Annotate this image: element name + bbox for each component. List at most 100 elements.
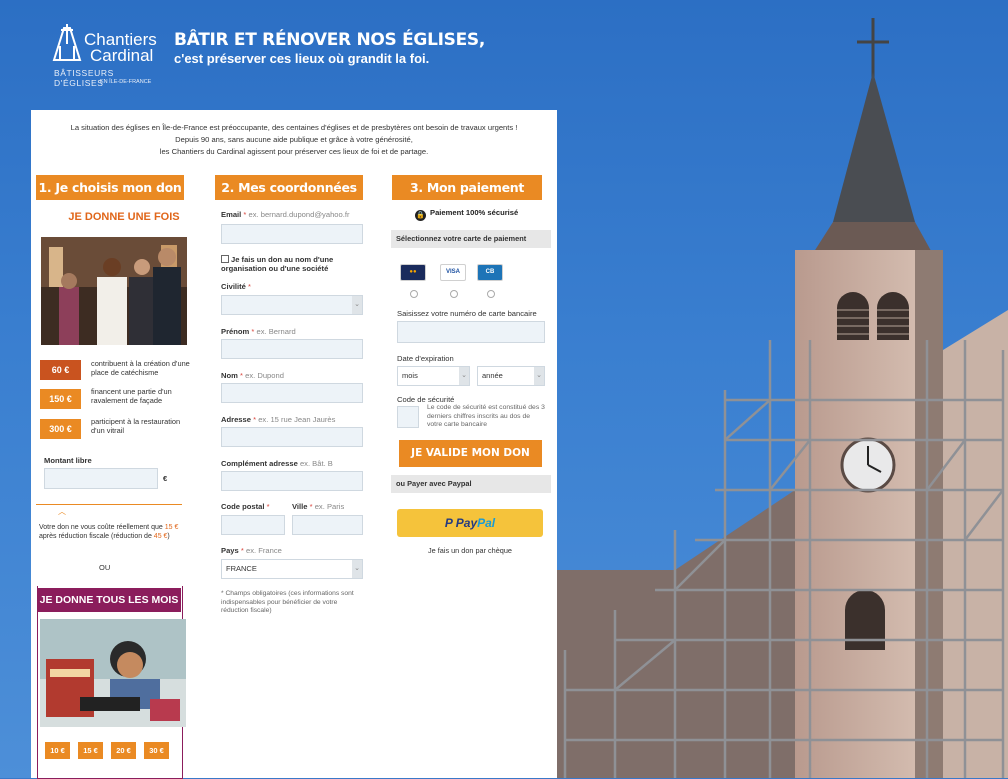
monthly-10-button[interactable]: 10 € (45, 742, 70, 759)
church-photo (555, 18, 1008, 778)
intro-line: Depuis 90 ans, sans aucune aide publique… (175, 135, 413, 144)
expiry-label: Date d'expiration (397, 354, 454, 363)
free-amount-input[interactable] (44, 468, 158, 489)
firstname-input[interactable] (221, 339, 363, 359)
country-label: Pays * ex. France (221, 546, 282, 555)
card-number-label: Saisissez votre numéro de carte bancaire (397, 309, 537, 318)
visa-radio[interactable] (450, 290, 458, 298)
amount-60-button[interactable]: 60 € (40, 360, 81, 380)
organisation-checkbox-label: Je fais un don au nom d'une organisation… (221, 255, 334, 273)
country-example: ex. France (245, 546, 282, 555)
cb-radio[interactable] (487, 290, 495, 298)
tax-reduction-amount: 45 € (153, 532, 168, 540)
civility-select[interactable]: ⌄ (221, 295, 363, 315)
chevron-down-icon: ⌄ (459, 367, 469, 385)
brand-logo[interactable]: Chantiers Cardinal BÂTISSEURS D'ÉGLISES … (44, 22, 164, 92)
city-input[interactable] (292, 515, 363, 535)
donation-form-panel: La situation des églises en Île-de-Franc… (31, 110, 557, 779)
email-input[interactable] (221, 224, 363, 244)
divider (36, 504, 182, 505)
cheque-link[interactable]: Je fais un don par chèque (397, 546, 543, 555)
secure-payment-label: 🔒 Paiement 100% sécurisé (415, 208, 519, 221)
logo-subtitle: BÂTISSEURS D'ÉGLISES (54, 68, 114, 88)
amount-150-button[interactable]: 150 € (40, 389, 81, 409)
country-select[interactable]: FRANCE ⌄ (221, 559, 363, 579)
currency-symbol: € (163, 474, 168, 483)
or-separator: OU (99, 563, 111, 572)
lastname-example: ex. Dupond (245, 371, 284, 380)
cvv-label: Code de sécurité (397, 395, 455, 404)
amount-60-description: contribuent à la création d'une place de… (91, 359, 190, 377)
expiry-month-select[interactable]: mois ⌄ (397, 366, 470, 386)
tax-text: après réduction fiscale (réduction de (39, 532, 152, 540)
intro-line: La situation des églises en Île-de-Franc… (70, 123, 518, 132)
paypal-p-icon: P (444, 516, 453, 530)
firstname-example: ex. Bernard (256, 327, 296, 336)
page-headline: BÂTIR ET RÉNOVER NOS ÉGLISES, c'est prés… (174, 30, 485, 66)
mastercard-option[interactable]: ●● (400, 264, 426, 281)
cvv-help: Le code de sécurité est constitué des 3 … (427, 404, 545, 428)
chevron-down-icon: ⌄ (534, 367, 544, 385)
chevron-down-icon: ⌄ (352, 560, 362, 578)
organisation-checkbox[interactable] (221, 255, 229, 263)
zip-label: Code postal * (221, 502, 270, 511)
cvv-input[interactable] (397, 406, 419, 428)
tax-cost-amount: 15 € (164, 524, 179, 531)
submit-donation-button[interactable]: JE VALIDE MON DON (399, 440, 542, 467)
give-monthly-title: JE DONNE TOUS LES MOIS (37, 588, 181, 612)
page-subtitle: c'est préserver ces lieux où grandit la … (174, 51, 430, 66)
cathedral-logo-icon (52, 24, 82, 61)
paypal-button[interactable]: P PayPal (397, 509, 543, 537)
required-star: * (243, 210, 247, 219)
step2-header: 2. Mes coordonnées (215, 175, 363, 200)
required-fields-note: * Champs obligatoires (ces informations … (221, 590, 354, 614)
address2-input[interactable] (221, 471, 363, 491)
email-label: Email * ex. bernard.dupond@yahoo.fr (221, 210, 350, 219)
lock-icon: 🔒 (415, 210, 426, 221)
month-value: mois (402, 371, 418, 380)
address-example: ex. 15 rue Jean Jaurès (258, 415, 336, 424)
city-example: ex. Paris (314, 502, 345, 511)
monthly-15-button[interactable]: 15 € (78, 742, 103, 759)
visa-option[interactable]: VISA (440, 264, 466, 281)
paypal-logo-pay: Pay (455, 516, 478, 530)
year-value: année (482, 371, 503, 380)
organisation-option: Je fais un don au nom d'une organisation… (221, 255, 361, 273)
step1-header: 1. Je choisis mon don (36, 175, 184, 200)
address-input[interactable] (221, 427, 363, 447)
zip-input[interactable] (221, 515, 285, 535)
logo-region: EN ÎLE-DE-FRANCE (100, 79, 152, 85)
lastname-input[interactable] (221, 383, 363, 403)
monthly-20-button[interactable]: 20 € (111, 742, 136, 759)
cb-option[interactable]: CB (477, 264, 503, 281)
tax-reduction-note: Votre don ne vous coûte réellement que 1… (39, 524, 187, 541)
address2-label: Complément adresse ex. Bât. B (221, 459, 333, 468)
lastname-label: Nom * ex. Dupond (221, 371, 284, 380)
expiry-year-select[interactable]: année ⌄ (477, 366, 545, 386)
intro-line: les Chantiers du Cardinal agissent pour … (159, 147, 429, 156)
child-reading-photo (40, 619, 186, 727)
tooltip-caret-icon: ︿ (58, 507, 66, 516)
city-label: Ville * ex. Paris (292, 502, 345, 511)
civility-label: Civilité * (221, 282, 251, 291)
monthly-30-button[interactable]: 30 € (144, 742, 169, 759)
card-number-input[interactable] (397, 321, 545, 343)
amount-300-button[interactable]: 300 € (40, 419, 81, 439)
paypal-logo-pal: Pal (477, 516, 496, 530)
tax-text: ) (167, 532, 170, 540)
tax-text: Votre don ne vous coûte réellement que (39, 524, 163, 531)
email-example: ex. bernard.dupond@yahoo.fr (248, 210, 350, 219)
address-label: Adresse * ex. 15 rue Jean Jaurès (221, 415, 336, 424)
firstname-label: Prénom * ex. Bernard (221, 327, 296, 336)
mastercard-radio[interactable] (410, 290, 418, 298)
logo-name-line2: Cardinal (90, 46, 154, 65)
step3-header: 3. Mon paiement (392, 175, 542, 200)
free-amount-label: Montant libre (44, 456, 92, 465)
address2-example: ex. Bât. B (299, 459, 333, 468)
chevron-down-icon: ⌄ (352, 296, 362, 314)
paypal-alternative-bar: ou Payer avec Paypal (391, 475, 551, 493)
intro-text: La situation des églises en Île-de-Franc… (31, 122, 557, 158)
country-value: FRANCE (226, 564, 257, 573)
card-select-bar: Sélectionnez votre carte de paiement (391, 230, 551, 248)
give-once-title: JE DONNE UNE FOIS (68, 211, 180, 223)
